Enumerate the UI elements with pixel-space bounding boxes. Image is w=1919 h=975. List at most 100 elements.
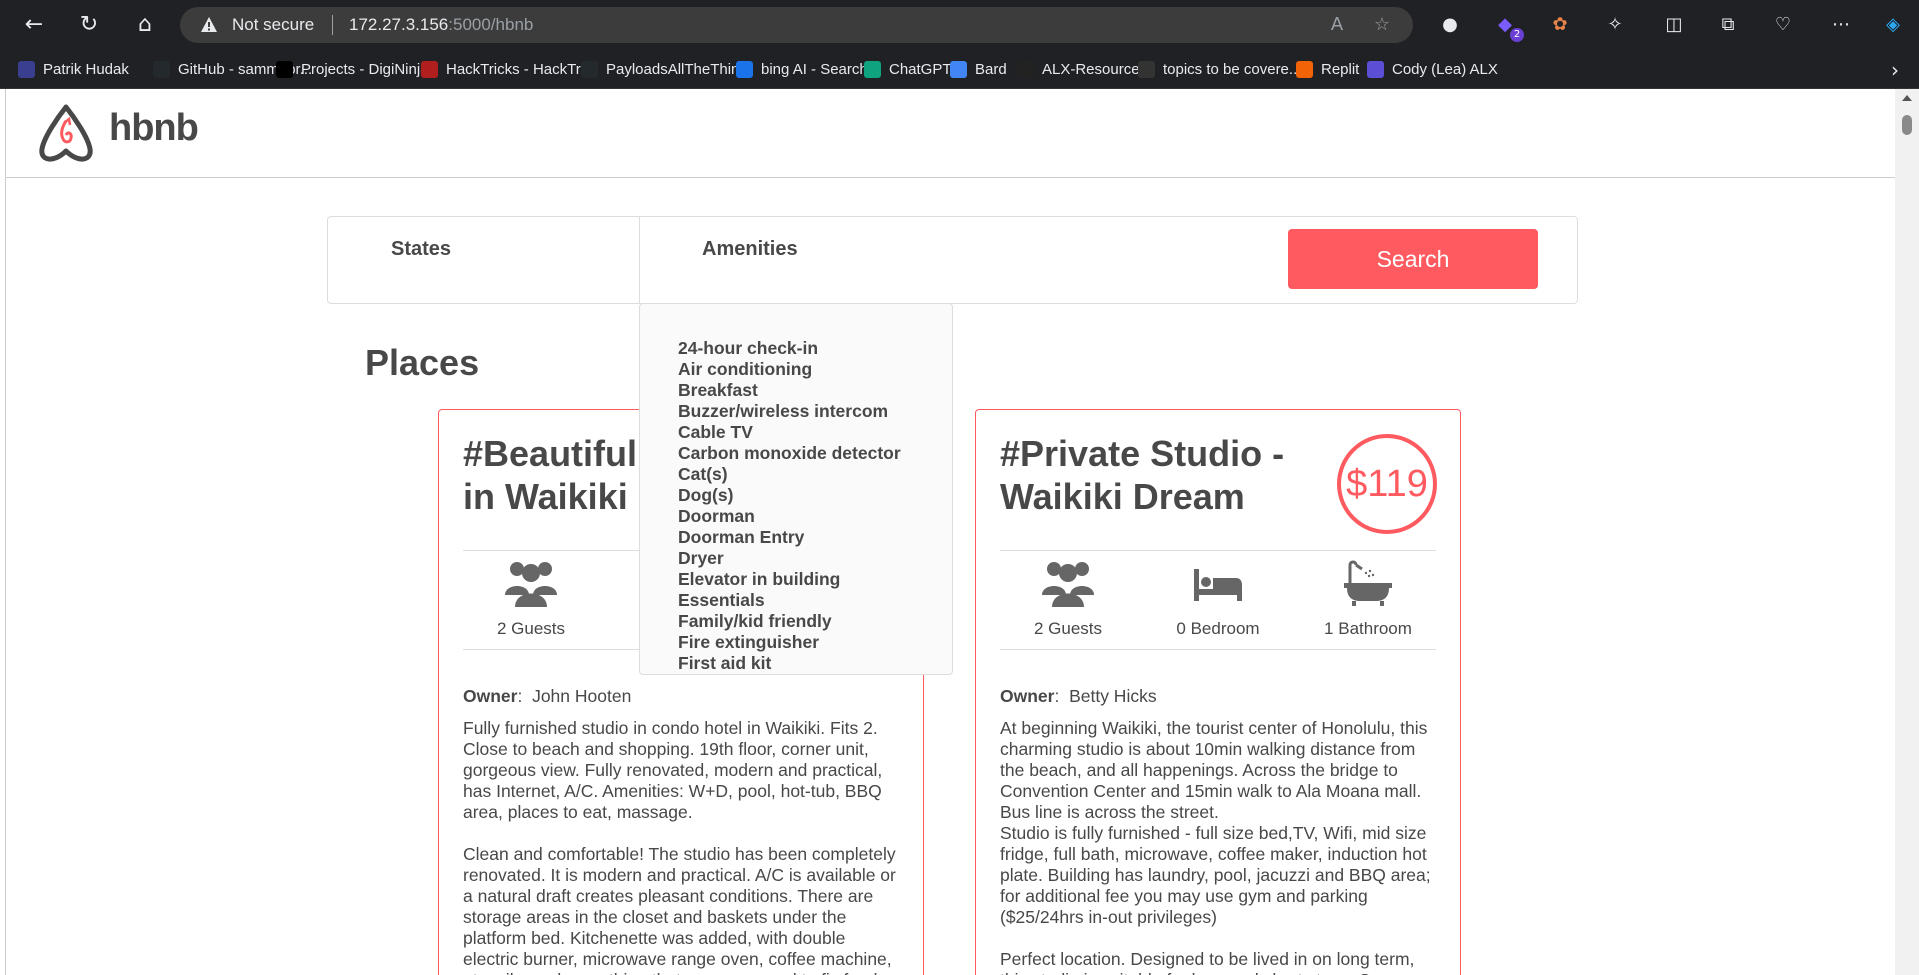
copilot-icon[interactable]: ◈ <box>1880 12 1906 38</box>
amenity-item[interactable]: Air conditioning <box>678 359 952 380</box>
filters-bar: States Amenities Search <box>327 216 1578 304</box>
back-arrow-icon[interactable]: ← <box>18 9 50 41</box>
bookmark-label: HackTricks - HackTri... <box>446 60 597 78</box>
bookmark-item[interactable]: ChatGPT <box>864 58 952 80</box>
extension-badge-icon[interactable]: ◆ 2 <box>1492 12 1524 42</box>
states-filter[interactable]: States <box>328 217 640 303</box>
bookmark-item[interactable]: Projects - DigiNinja <box>276 58 429 80</box>
bookmark-item[interactable]: Cody (Lea) ALX <box>1367 58 1498 80</box>
circle-extension-icon[interactable]: ● <box>1437 12 1463 38</box>
amenity-item[interactable]: First aid kit <box>678 653 952 674</box>
bookmarks-overflow-chevron-icon[interactable]: › <box>1891 58 1899 82</box>
security-label[interactable]: Not secure <box>232 15 314 35</box>
more-menu-icon[interactable]: ⋯ <box>1828 12 1854 38</box>
search-button[interactable]: Search <box>1288 229 1538 289</box>
bed-icon <box>1194 569 1242 601</box>
bookmark-label: ChatGPT <box>889 60 952 78</box>
amenity-item[interactable]: Cable TV <box>678 422 952 443</box>
amenity-item[interactable]: Essentials <box>678 590 952 611</box>
owner-name: Betty Hicks <box>1069 686 1157 706</box>
bookmark-item[interactable]: bing AI - Search <box>736 58 868 80</box>
hbnb-logo-icon <box>39 104 93 162</box>
amenity-item[interactable]: Dog(s) <box>678 485 952 506</box>
owner-colon: : <box>1054 686 1070 706</box>
owner-label: Owner <box>463 686 518 706</box>
bookmark-item[interactable]: PayloadsAllTheThin... <box>581 58 752 80</box>
number-bathrooms-label: 1 Bathroom <box>1324 619 1412 638</box>
owner-colon: : <box>517 686 533 706</box>
bookmark-label: topics to be covere... <box>1163 60 1302 78</box>
reload-icon[interactable]: ↻ <box>73 9 105 41</box>
bookmark-favicon-icon <box>1367 60 1384 78</box>
bookmark-item[interactable]: Replit <box>1296 58 1359 80</box>
amenity-item[interactable]: Buzzer/wireless intercom <box>678 401 952 422</box>
amenity-item[interactable]: Fire extinguisher <box>678 632 952 653</box>
amenity-item[interactable]: Carbon monoxide detector <box>678 443 952 464</box>
place-description: Fully furnished studio in condo hotel in… <box>463 718 903 975</box>
puzzle-extensions-icon[interactable]: ✧ <box>1602 12 1628 38</box>
guests-icon <box>505 562 557 607</box>
bookmark-item[interactable]: Bard <box>950 58 1007 80</box>
url-text[interactable]: 172.27.3.156:5000/hbnb <box>349 15 533 35</box>
bookmark-label: ALX-Resources <box>1042 60 1148 78</box>
split-screen-icon[interactable]: ◫ <box>1661 12 1687 38</box>
bookmark-favicon-icon <box>581 60 598 78</box>
scroll-up-arrow-icon[interactable] <box>1902 95 1912 101</box>
favorite-star-icon[interactable]: ☆ <box>1370 13 1394 37</box>
amenity-item[interactable]: Breakfast <box>678 380 952 401</box>
bookmark-favicon-icon <box>1138 60 1155 78</box>
amenity-item[interactable]: Dryer <box>678 548 952 569</box>
amenity-item[interactable]: 24-hour check-in <box>678 338 952 359</box>
amenities-filter[interactable]: Amenities <box>639 217 939 303</box>
browser-essentials-icon[interactable]: ♡ <box>1770 12 1796 38</box>
url-path: :5000/hbnb <box>448 15 534 34</box>
bookmark-item[interactable]: HackTricks - HackTri... <box>421 58 597 80</box>
logo-text: hbnb <box>109 107 199 149</box>
collections-icon[interactable]: ⧉ <box>1715 12 1741 38</box>
owner-name: John Hooten <box>532 686 632 706</box>
place-description-paragraph: Perfect location. Designed to be lived i… <box>1000 949 1415 975</box>
places-title: Places <box>365 342 480 383</box>
scroll-thumb[interactable] <box>1902 115 1912 135</box>
address-separator <box>332 15 333 35</box>
amenity-item[interactable]: Doorman Entry <box>678 527 952 548</box>
guests-icon <box>1042 562 1094 607</box>
place-description-paragraph: Fully furnished studio in condo hotel in… <box>463 718 883 822</box>
place-card: #Private Studio - Waikiki Dream $119 2 Gue… <box>975 409 1461 975</box>
amenity-item[interactable]: Elevator in building <box>678 569 952 590</box>
bookmark-favicon-icon <box>864 60 881 78</box>
place-price-badge: $119 <box>1337 434 1437 534</box>
number-bathrooms: 1 Bathroom <box>1300 551 1436 649</box>
page-viewport: hbnb States Amenities Search 24-hour che… <box>5 89 1896 975</box>
states-filter-label: States <box>391 238 452 260</box>
amenity-item[interactable]: Cat(s) <box>678 464 952 485</box>
bookmark-item[interactable]: ALX-Resources <box>1017 58 1147 80</box>
bookmark-favicon-icon <box>153 60 170 78</box>
place-owner: Owner: John Hooten <box>463 686 631 707</box>
extension-badge-count: 2 <box>1510 28 1524 42</box>
home-icon[interactable]: ⌂ <box>129 9 161 41</box>
max-guests-label: 2 Guests <box>496 619 566 638</box>
bookmark-favicon-icon <box>18 60 35 78</box>
bookmark-item[interactable]: topics to be covere... <box>1138 58 1301 80</box>
number-rooms-label: 0 Bedroom <box>1176 619 1260 638</box>
max-guests: 2 Guests <box>1000 551 1136 649</box>
bookmark-label: Bard <box>975 60 1007 78</box>
place-info-row: 2 Guests 0 Bedroom 1 Bathroom <box>1000 550 1436 650</box>
url-host: 172.27.3.156 <box>349 15 449 34</box>
number-rooms: 0 Bedroom <box>1150 551 1286 649</box>
read-aloud-icon[interactable]: A <box>1325 13 1349 37</box>
address-bar[interactable]: Not secure 172.27.3.156:5000/hbnb A ☆ <box>180 7 1413 43</box>
bookmark-label: PayloadsAllTheThin... <box>606 60 752 78</box>
bookmark-favicon-icon <box>276 60 293 78</box>
amenity-item[interactable]: Doorman <box>678 506 952 527</box>
bathtub-icon <box>1344 560 1392 606</box>
page-scrollbar[interactable] <box>1895 89 1919 975</box>
bookmark-label: Patrik Hudak <box>43 60 129 78</box>
bookmark-label: Projects - DigiNinja <box>301 60 429 78</box>
bookmark-label: Replit <box>1321 60 1360 78</box>
amenity-item[interactable]: Family/kid friendly <box>678 611 952 632</box>
film-reel-icon[interactable]: ✿ <box>1547 12 1573 38</box>
warning-icon <box>201 17 217 32</box>
bookmark-item[interactable]: Patrik Hudak <box>18 58 129 80</box>
